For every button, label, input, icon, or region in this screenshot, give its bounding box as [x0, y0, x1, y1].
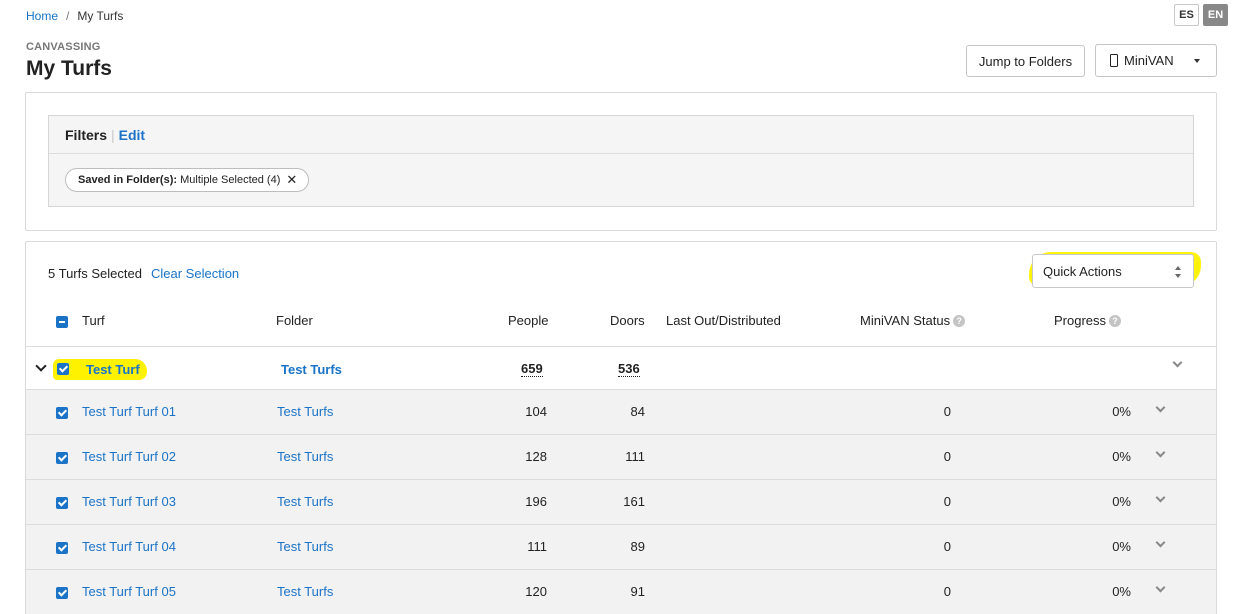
select-all-checkbox[interactable]: [56, 316, 68, 328]
minivan-status-value: 0: [943, 584, 951, 599]
people-count: 120: [525, 584, 547, 599]
language-en-button[interactable]: EN: [1203, 4, 1228, 26]
progress-value: 0%: [1112, 494, 1131, 509]
doors-count: 89: [630, 539, 645, 554]
people-count: 111: [527, 539, 547, 554]
selection-count: 5 Turfs Selected: [48, 266, 142, 281]
breadcrumb-current: My Turfs: [77, 9, 124, 23]
column-header-turf[interactable]: Turf: [82, 313, 105, 328]
group-row: Test Turf Test Turfs 659 536: [26, 346, 1216, 389]
progress-value: 0%: [1112, 404, 1131, 419]
minivan-status-value: 0: [943, 494, 951, 509]
filters-label: Filters: [65, 126, 108, 143]
close-icon[interactable]: ✕: [286, 172, 297, 188]
filter-chip-key: Saved in Folder(s):: [78, 174, 178, 186]
jump-to-folders-label: Jump to Folders: [978, 53, 1073, 69]
folder-link[interactable]: Test Turfs: [277, 539, 333, 554]
chevron-down-icon[interactable]: [1155, 492, 1166, 503]
column-header-doors[interactable]: Doors: [610, 313, 645, 328]
group-doors-count: 536: [618, 361, 640, 377]
clear-selection-link[interactable]: Clear Selection: [151, 266, 239, 281]
progress-value: 0%: [1112, 584, 1131, 599]
progress-value: 0%: [1112, 539, 1131, 554]
column-header-minivan-status[interactable]: MiniVAN Status?: [860, 313, 966, 328]
turf-link[interactable]: Test Turf Turf 05: [82, 584, 176, 599]
progress-label: Progress: [1054, 313, 1107, 328]
chevron-down-icon[interactable]: [1155, 402, 1166, 413]
column-header-last-out[interactable]: Last Out/Distributed: [666, 313, 781, 328]
group-turf-link[interactable]: Test Turf: [86, 362, 140, 377]
table-row: Test Turf Turf 03 Test Turfs 196 161 0 0…: [26, 479, 1216, 524]
quick-actions-label: Quick Actions: [1043, 263, 1122, 279]
row-checkbox[interactable]: [56, 452, 68, 464]
people-count: 128: [525, 449, 547, 464]
filter-chip-value: Multiple Selected (4): [180, 174, 281, 186]
table-row: Test Turf Turf 01 Test Turfs 104 84 0 0%: [26, 389, 1216, 434]
column-header-folder[interactable]: Folder: [276, 313, 313, 328]
minivan-status-value: 0: [943, 539, 951, 554]
group-folder-link[interactable]: Test Turfs: [281, 362, 342, 377]
folder-link[interactable]: Test Turfs: [277, 584, 333, 599]
breadcrumb-home-link[interactable]: Home: [26, 9, 58, 23]
folder-link[interactable]: Test Turfs: [277, 404, 333, 419]
quick-actions-select[interactable]: Quick Actions: [1032, 254, 1194, 288]
people-count: 104: [525, 404, 547, 419]
select-arrows-icon: [1175, 266, 1183, 278]
row-checkbox[interactable]: [56, 587, 68, 599]
help-icon[interactable]: ?: [953, 315, 966, 327]
turf-link[interactable]: Test Turf Turf 04: [82, 539, 176, 554]
group-people-count: 659: [521, 361, 543, 377]
breadcrumb: Home / My Turfs: [26, 9, 123, 23]
folder-link[interactable]: Test Turfs: [277, 494, 333, 509]
turf-link[interactable]: Test Turf Turf 01: [82, 404, 176, 419]
language-toggle: ES EN: [1174, 4, 1228, 26]
table-row: Test Turf Turf 02 Test Turfs 128 111 0 0…: [26, 434, 1216, 479]
group-checkbox[interactable]: [57, 363, 69, 375]
turf-link[interactable]: Test Turf Turf 02: [82, 449, 176, 464]
row-checkbox[interactable]: [56, 542, 68, 554]
turfs-table-panel: 5 Turfs Selected Clear Selection Quick A…: [25, 241, 1217, 614]
row-checkbox[interactable]: [56, 497, 68, 509]
minivan-status-value: 0: [943, 404, 951, 419]
chevron-down-icon[interactable]: [1155, 537, 1166, 548]
column-header-progress[interactable]: Progress?: [1054, 313, 1122, 328]
row-checkbox[interactable]: [56, 407, 68, 419]
caret-down-icon: [1194, 59, 1200, 63]
folder-link[interactable]: Test Turfs: [277, 449, 333, 464]
doors-count: 84: [630, 404, 645, 419]
chevron-down-icon[interactable]: [1172, 357, 1183, 368]
table-row: Test Turf Turf 04 Test Turfs 111 89 0 0%: [26, 524, 1216, 569]
column-header-people[interactable]: People: [508, 313, 548, 328]
turf-link[interactable]: Test Turf Turf 03: [82, 494, 176, 509]
help-icon[interactable]: ?: [1109, 315, 1122, 327]
chevron-down-icon[interactable]: [35, 360, 47, 372]
filters-box: Filters | Edit Saved in Folder(s): Multi…: [48, 115, 1194, 207]
filters-edit-link[interactable]: Edit: [119, 127, 145, 143]
doors-count: 111: [625, 449, 645, 464]
phone-icon: [1110, 54, 1118, 67]
minivan-status-label: MiniVAN Status: [860, 313, 951, 328]
chevron-down-icon[interactable]: [1155, 582, 1166, 593]
table-row: Test Turf Turf 05 Test Turfs 120 91 0 0%: [26, 569, 1216, 614]
filters-header: Filters | Edit: [49, 116, 1193, 154]
progress-value: 0%: [1112, 449, 1131, 464]
language-es-button[interactable]: ES: [1174, 4, 1199, 26]
filters-panel: Filters | Edit Saved in Folder(s): Multi…: [25, 92, 1217, 231]
filter-chip: Saved in Folder(s): Multiple Selected (4…: [65, 168, 310, 192]
jump-to-folders-button[interactable]: Jump to Folders: [966, 45, 1085, 77]
people-count: 196: [525, 494, 547, 509]
filters-divider: |: [111, 126, 115, 143]
minivan-label: MiniVAN: [1124, 53, 1174, 68]
doors-count: 161: [623, 494, 645, 509]
minivan-dropdown-button[interactable]: MiniVAN: [1095, 44, 1217, 77]
page-title: My Turfs: [26, 57, 112, 80]
doors-count: 91: [630, 584, 645, 599]
section-label: CANVASSING: [26, 41, 101, 53]
breadcrumb-separator: /: [66, 9, 70, 23]
minivan-status-value: 0: [943, 449, 951, 464]
chevron-down-icon[interactable]: [1155, 447, 1166, 458]
